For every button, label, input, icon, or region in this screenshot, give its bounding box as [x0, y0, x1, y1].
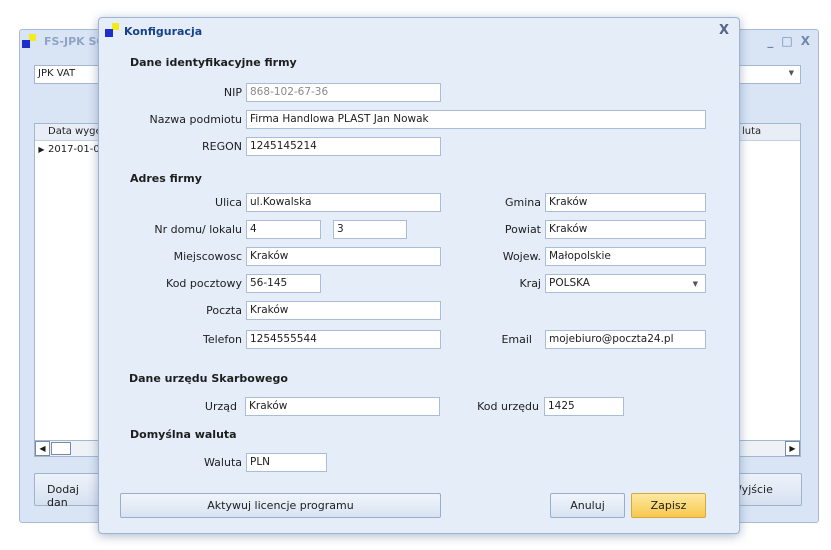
dialog-logo-icon: [105, 23, 119, 37]
configuration-dialog: Konfiguracja X Dane identyfikacyjne firm…: [98, 17, 740, 534]
section-tax-office-heading: Dane urzędu Skarbowego: [129, 372, 288, 385]
activate-license-button[interactable]: Aktywuj licencje programu: [120, 493, 441, 518]
country-value: POLSKA: [549, 277, 590, 289]
street-label: Ulica: [215, 196, 242, 209]
postcode-field[interactable]: 56-145: [246, 274, 321, 293]
chevron-down-icon[interactable]: ▼: [789, 69, 794, 77]
save-button[interactable]: Zapisz: [631, 493, 706, 518]
phone-label: Telefon: [202, 333, 242, 346]
main-window-title: FS-JPK SQ: [44, 35, 106, 48]
save-label: Zapisz: [650, 499, 687, 512]
window-controls: _ □ X: [767, 34, 810, 48]
section-company-heading: Dane identyfikacyjne firmy: [130, 56, 297, 69]
tax-office-label: Urząd: [204, 400, 237, 413]
currency-field[interactable]: PLN: [246, 453, 327, 472]
scroll-left-icon[interactable]: ◀: [35, 441, 50, 456]
nip-label: NIP: [223, 86, 242, 99]
email-field[interactable]: mojebiuro@poczta24.pl: [545, 330, 706, 349]
house-number-field[interactable]: 4: [246, 220, 321, 239]
tax-office-code-label: Kod urzędu: [477, 400, 539, 413]
country-label: Kraj: [519, 277, 541, 290]
commune-field[interactable]: Kraków: [545, 193, 706, 212]
commune-label: Gmina: [504, 196, 541, 209]
post-office-label: Poczta: [206, 304, 242, 317]
maximize-icon[interactable]: □: [781, 34, 792, 48]
province-label: Wojew.: [502, 250, 541, 263]
postcode-label: Kod pocztowy: [166, 277, 242, 290]
section-currency-heading: Domyślna waluta: [130, 428, 237, 441]
province-field[interactable]: Małopolskie: [545, 247, 706, 266]
cancel-label: Anuluj: [570, 499, 605, 512]
phone-field[interactable]: 1254555544: [246, 330, 441, 349]
post-office-field[interactable]: Kraków: [246, 301, 441, 320]
chevron-down-icon[interactable]: ▼: [693, 276, 698, 292]
tax-office-field[interactable]: Kraków: [245, 397, 440, 416]
close-icon[interactable]: X: [719, 23, 729, 38]
house-number-label: Nr domu/ lokalu: [154, 223, 242, 236]
scroll-right-icon[interactable]: ▶: [785, 441, 800, 456]
report-type-value: JPK VAT: [38, 68, 76, 79]
grid-cell-date: 2017-01-0: [48, 144, 100, 155]
email-label: Email: [501, 333, 532, 346]
city-field[interactable]: Kraków: [246, 247, 441, 266]
city-label: Miejscowosc: [173, 250, 242, 263]
district-field[interactable]: Kraków: [545, 220, 706, 239]
cancel-button[interactable]: Anuluj: [550, 493, 625, 518]
regon-label: REGON: [201, 140, 242, 153]
tax-office-code-field[interactable]: 1425: [544, 397, 624, 416]
country-select[interactable]: POLSKA ▼: [545, 274, 706, 293]
activate-license-label: Aktywuj licencje programu: [207, 499, 354, 512]
flat-number-field[interactable]: 3: [333, 220, 407, 239]
section-address-heading: Adres firmy: [130, 172, 202, 185]
scroll-thumb[interactable]: [51, 442, 71, 455]
dialog-title: Konfiguracja: [124, 25, 203, 38]
app-logo-icon: [22, 34, 36, 48]
nip-field[interactable]: 868-102-67-36: [246, 83, 441, 102]
company-name-label: Nazwa podmiotu: [149, 113, 242, 126]
company-name-field[interactable]: Firma Handlowa PLAST Jan Nowak: [246, 110, 706, 129]
regon-field[interactable]: 1245145214: [246, 137, 441, 156]
district-label: Powiat: [504, 223, 541, 236]
minimize-icon[interactable]: _: [767, 34, 773, 48]
row-pointer-icon: ▶: [38, 145, 45, 154]
close-icon[interactable]: X: [801, 34, 810, 48]
currency-label: Waluta: [204, 456, 242, 469]
street-field[interactable]: ul.Kowalska: [246, 193, 441, 212]
